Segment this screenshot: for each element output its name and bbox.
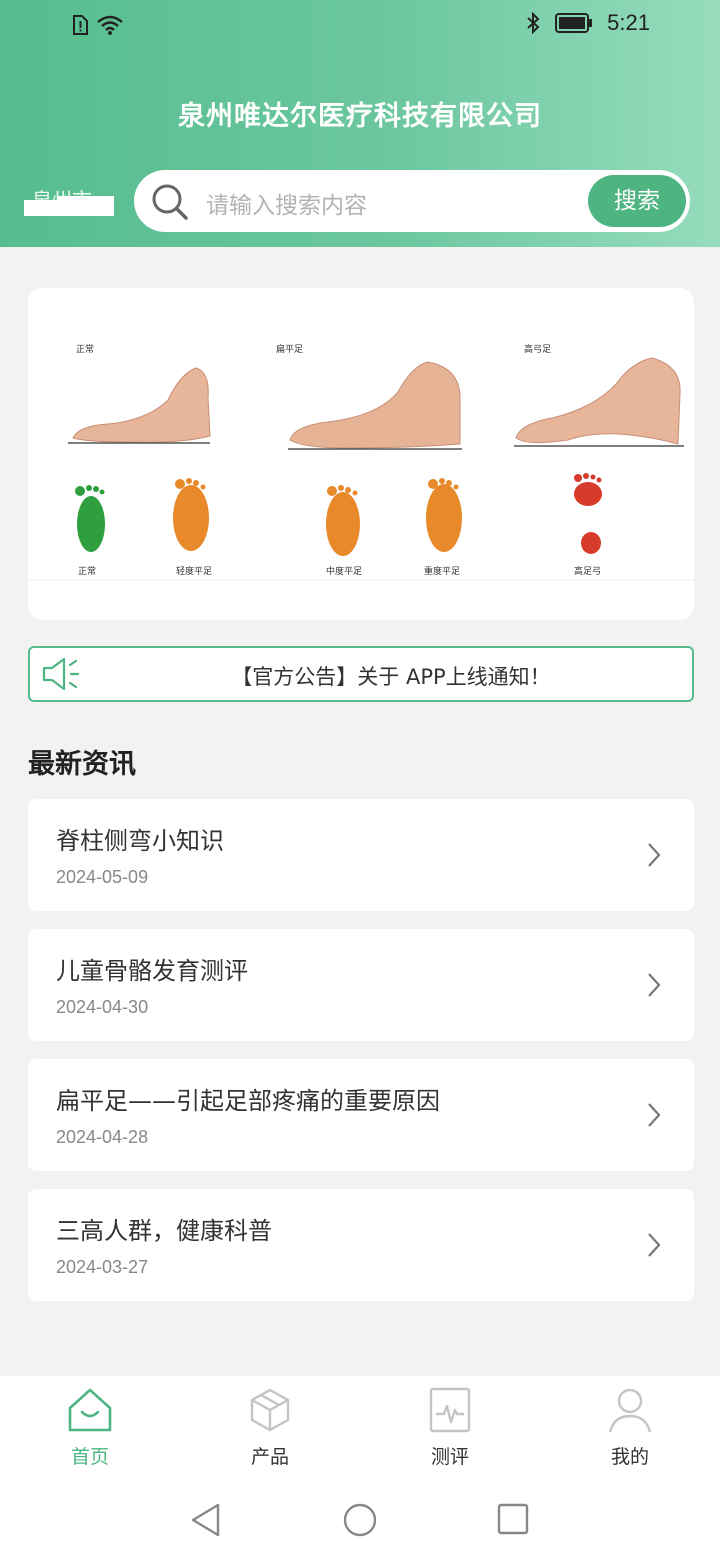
tab-label: 首页 bbox=[70, 1446, 109, 1468]
banner-label: 中度平足 bbox=[326, 565, 362, 577]
tab-products[interactable]: 产品 bbox=[210, 1386, 330, 1469]
banner-carousel[interactable]: 正常 扁平足 高弓足 正常 轻度平足 中度平足 重度平足 高足弓 bbox=[28, 288, 694, 620]
home-button-icon[interactable] bbox=[342, 1502, 378, 1538]
banner-label: 高弓足 bbox=[524, 343, 551, 355]
sim-alert-icon bbox=[73, 15, 88, 35]
tab-evaluation[interactable]: 测评 bbox=[390, 1386, 510, 1469]
banner-label: 重度平足 bbox=[424, 565, 460, 577]
home-icon bbox=[68, 1388, 112, 1432]
system-navigation-bar bbox=[0, 1480, 720, 1560]
banner-label: 高足弓 bbox=[574, 565, 601, 577]
chevron-right-icon bbox=[648, 1103, 661, 1127]
chevron-right-icon bbox=[648, 1233, 661, 1257]
tab-home[interactable]: 首页 bbox=[30, 1386, 150, 1469]
tab-label: 产品 bbox=[250, 1446, 289, 1468]
foot-side-flat bbox=[288, 361, 462, 450]
search-icon bbox=[152, 184, 188, 220]
bottom-tab-bar: 首页 产品 测评 我的 bbox=[0, 1376, 720, 1480]
footprint-moderate-flat bbox=[326, 485, 360, 556]
chevron-right-icon bbox=[648, 973, 661, 997]
box-icon bbox=[250, 1388, 290, 1432]
search-bar[interactable]: 请输入搜索内容 搜索 bbox=[134, 170, 690, 232]
person-icon bbox=[608, 1388, 652, 1433]
news-date: 2024-05-09 bbox=[56, 867, 149, 887]
section-title: 最新资讯 bbox=[28, 749, 136, 780]
banner-label: 轻度平足 bbox=[176, 565, 212, 577]
foot-side-high-arch bbox=[514, 357, 684, 447]
footprint-mild-flat bbox=[173, 478, 209, 551]
chevron-right-icon bbox=[648, 843, 661, 867]
news-title: 扁平足——引起足部疼痛的重要原因 bbox=[56, 1087, 440, 1115]
tab-label: 我的 bbox=[610, 1446, 649, 1468]
tab-label: 测评 bbox=[430, 1446, 469, 1468]
location-selector[interactable]: 泉州市 bbox=[24, 188, 114, 216]
tab-profile[interactable]: 我的 bbox=[570, 1386, 690, 1469]
announcement-bar[interactable]: 【官方公告】关于 APP上线通知！ bbox=[28, 646, 694, 702]
redaction-mark bbox=[58, 196, 114, 216]
news-title: 三高人群，健康科普 bbox=[56, 1217, 272, 1245]
announcement-text: 【官方公告】关于 APP上线通知！ bbox=[231, 665, 551, 689]
foot-arch-illustration: 正常 扁平足 高弓足 正常 轻度平足 中度平足 重度平足 高足弓 bbox=[28, 343, 694, 581]
news-date: 2024-04-28 bbox=[56, 1127, 149, 1147]
news-item[interactable]: 三高人群，健康科普 2024-03-27 bbox=[28, 1189, 694, 1301]
news-title: 儿童骨骼发育测评 bbox=[56, 957, 248, 985]
app-title: 泉州唯达尔医疗科技有限公司 bbox=[178, 101, 542, 132]
foot-side-normal bbox=[68, 367, 211, 444]
status-bar: 5:21 bbox=[0, 10, 720, 46]
footprint-normal bbox=[75, 485, 105, 552]
footprint-severe-flat bbox=[426, 478, 462, 552]
search-input[interactable]: 请输入搜索内容 bbox=[206, 186, 367, 220]
battery-icon bbox=[555, 13, 593, 33]
news-item[interactable]: 儿童骨骼发育测评 2024-04-30 bbox=[28, 929, 694, 1041]
news-title: 脊柱侧弯小知识 bbox=[56, 827, 224, 855]
banner-label: 正常 bbox=[76, 343, 94, 355]
recent-apps-icon[interactable] bbox=[496, 1502, 530, 1536]
wifi-icon bbox=[97, 15, 123, 35]
bluetooth-icon bbox=[527, 11, 540, 35]
report-icon bbox=[429, 1387, 471, 1433]
header: 5:21 泉州唯达尔医疗科技有限公司 泉州市 请输入搜索内容 搜索 bbox=[0, 0, 720, 247]
footprint-high-arch bbox=[574, 473, 602, 554]
news-item[interactable]: 扁平足——引起足部疼痛的重要原因 2024-04-28 bbox=[28, 1059, 694, 1171]
news-date: 2024-03-27 bbox=[56, 1257, 149, 1277]
clock: 5:21 bbox=[607, 10, 650, 35]
news-date: 2024-04-30 bbox=[56, 997, 149, 1017]
banner-label: 扁平足 bbox=[276, 343, 303, 355]
search-button[interactable]: 搜索 bbox=[588, 175, 686, 227]
news-item[interactable]: 脊柱侧弯小知识 2024-05-09 bbox=[28, 799, 694, 911]
back-icon[interactable] bbox=[188, 1502, 224, 1538]
banner-label: 正常 bbox=[78, 565, 96, 577]
